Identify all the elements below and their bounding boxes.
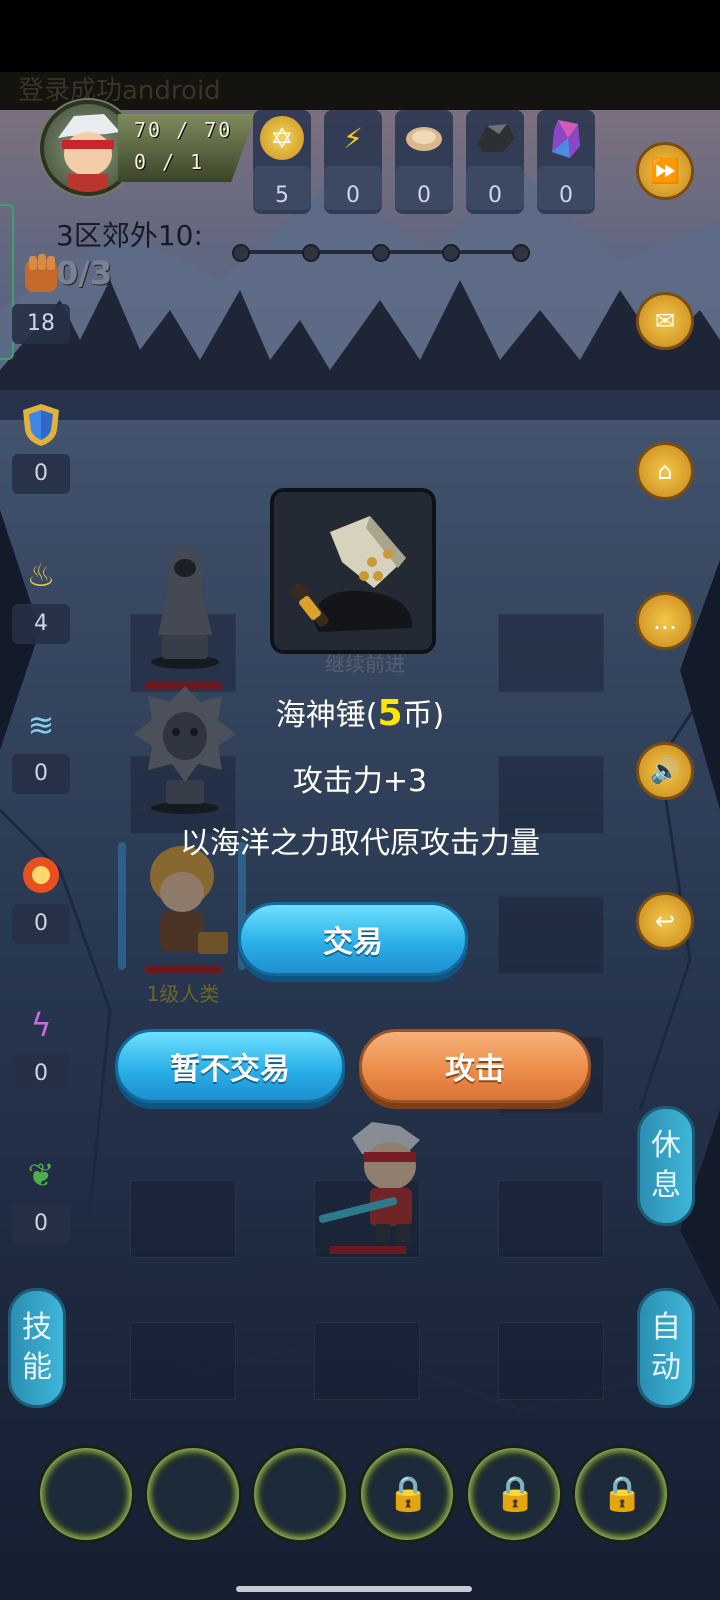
locked-slot[interactable]: 🔒 — [575, 1448, 667, 1540]
crystal-icon — [544, 116, 588, 160]
hero-exp: 0 / 1 — [134, 150, 205, 174]
skill-slot[interactable]: ❦ 0 — [12, 1148, 70, 1246]
item-slot[interactable] — [147, 1448, 239, 1540]
skill-count: 4 — [12, 604, 70, 644]
mail-button[interactable]: ✉ — [636, 292, 694, 350]
item-slot[interactable] — [254, 1448, 346, 1540]
gold-coin-icon: ✡ — [260, 116, 304, 160]
auto-label-1: 自 — [651, 1310, 681, 1345]
chat-button[interactable]: … — [636, 592, 694, 650]
item-name: 海神锤( — [275, 698, 378, 733]
locked-slot[interactable]: 🔒 — [361, 1448, 453, 1540]
item-currency: 币) — [402, 698, 445, 733]
resource-value: 0 — [346, 183, 360, 208]
hero-hp: 70 / 70 — [134, 118, 233, 142]
resource-value: 0 — [488, 183, 502, 208]
skills-label-2: 能 — [22, 1350, 52, 1385]
fist-icon — [18, 252, 64, 298]
resource-value: 0 — [417, 183, 431, 208]
return-button[interactable]: ↩ — [636, 892, 694, 950]
resource-ore: 0 — [466, 110, 524, 214]
item-title: 海神锤(5币) — [0, 690, 720, 734]
skill-count: 0 — [12, 904, 70, 944]
home-button[interactable]: ⌂ — [636, 442, 694, 500]
skill-slot[interactable]: ϟ 0 — [12, 998, 70, 1096]
trade-button[interactable]: 交易 — [238, 902, 468, 976]
chat-icon: … — [653, 607, 677, 635]
lightning-icon: ⚡ — [343, 121, 363, 155]
skill-count: 0 — [12, 1054, 70, 1094]
resource-crystal: 0 — [537, 110, 595, 214]
skill-slot[interactable]: 0 — [12, 398, 70, 496]
home-indicator[interactable] — [236, 1586, 472, 1592]
resource-value: 0 — [559, 183, 573, 208]
skill-slot[interactable]: 18 — [12, 248, 70, 346]
item-description: 以海洋之力取代原攻击力量 — [180, 826, 540, 861]
auto-label-2: 动 — [651, 1350, 681, 1385]
item-price: 5 — [377, 693, 403, 734]
sea-god-hammer-icon — [291, 516, 413, 632]
lightning-rune-icon: ϟ — [30, 1006, 52, 1044]
item-frame — [270, 488, 436, 654]
resource-value: 5 — [275, 183, 289, 208]
rest-label-2: 息 — [651, 1168, 681, 1203]
home-icon: ⌂ — [657, 457, 673, 485]
skill-count: 0 — [12, 454, 70, 494]
vine-icon: ❦ — [27, 1156, 55, 1194]
resource-food: 0 — [395, 110, 453, 214]
item-stat: 攻击力+3 — [292, 764, 428, 799]
resource-energy: ⚡ 0 — [324, 110, 382, 214]
status-bar — [0, 0, 720, 72]
auto-button[interactable]: 自 动 — [637, 1288, 695, 1408]
locked-slot[interactable]: 🔒 — [468, 1448, 560, 1540]
decline-trade-button[interactable]: 暂不交易 — [115, 1029, 345, 1103]
return-icon: ↩ — [654, 907, 676, 935]
resource-gold: ✡ 5 — [253, 110, 311, 214]
skill-slot[interactable]: ♨ 4 — [12, 548, 70, 646]
lock-icon: 🔒 — [494, 1474, 537, 1514]
shield-icon — [18, 402, 64, 448]
attack-button[interactable]: 攻击 — [359, 1029, 591, 1103]
fast-forward-icon: ⏩ — [650, 157, 680, 185]
rest-button[interactable]: 休 息 — [637, 1106, 695, 1226]
holy-light-icon: ♨ — [26, 556, 56, 594]
lock-icon: 🔒 — [601, 1474, 644, 1514]
skills-label-1: 技 — [22, 1310, 52, 1345]
skill-count: 18 — [12, 304, 70, 344]
rest-label-1: 休 — [651, 1128, 681, 1163]
item-slot[interactable] — [40, 1448, 132, 1540]
ore-icon — [473, 116, 517, 160]
lock-icon: 🔒 — [387, 1474, 430, 1514]
skill-count: 0 — [12, 1204, 70, 1244]
skills-button[interactable]: 技 能 — [8, 1288, 66, 1408]
mail-icon: ✉ — [654, 307, 676, 335]
fast-forward-button[interactable]: ⏩ — [636, 142, 694, 200]
bread-icon — [402, 116, 446, 160]
skill-slot[interactable]: 0 — [12, 848, 70, 946]
